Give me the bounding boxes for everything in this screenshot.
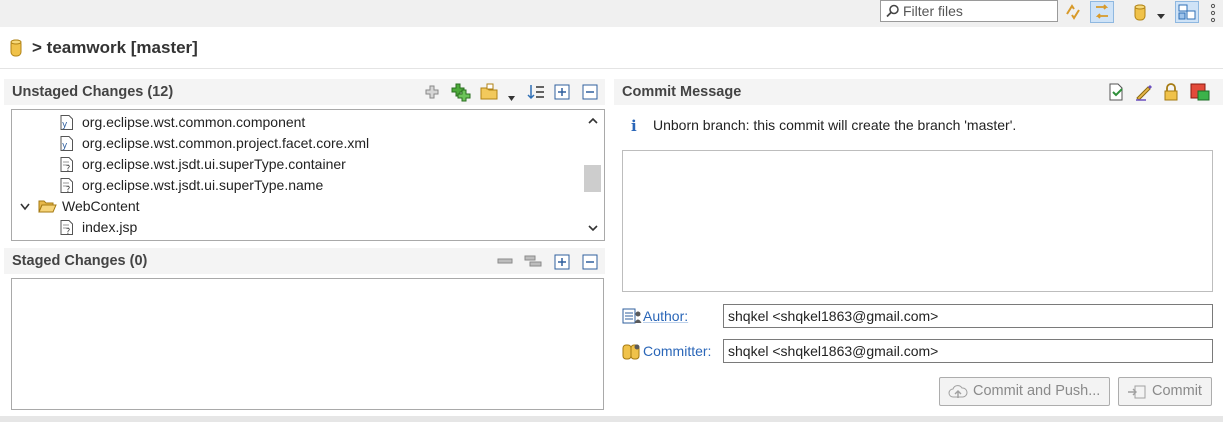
chevron-down-icon[interactable] [507, 89, 516, 105]
chevron-down-icon[interactable] [1156, 8, 1166, 24]
repository-title: teamwork [master] [46, 38, 198, 57]
info-message: Unborn branch: this commit will create t… [653, 117, 1017, 133]
svg-text:?: ? [66, 185, 70, 193]
list-item-label: org.eclipse.wst.jsdt.ui.superType.contai… [82, 156, 346, 172]
repository-icon[interactable] [1130, 2, 1150, 22]
vertical-scrollbar[interactable] [582, 110, 604, 240]
unstaged-title: Unstaged Changes (12) [12, 84, 174, 100]
sync-icon[interactable] [1063, 2, 1083, 22]
staged-tree[interactable] [11, 278, 604, 410]
breadcrumb-separator: > [32, 38, 42, 57]
repository-icon [10, 38, 22, 61]
add-icon[interactable] [424, 84, 440, 103]
remove-all-icon[interactable] [524, 253, 542, 272]
committer-icon [622, 341, 642, 364]
amend-icon[interactable] [1107, 82, 1127, 105]
scroll-down-icon[interactable] [588, 224, 598, 232]
status-strip [0, 416, 1223, 422]
commit-icon [1128, 385, 1146, 399]
author-field[interactable]: shqkel <shqkel1863@gmail.com> [723, 304, 1213, 328]
list-item-label: org.eclipse.wst.jsdt.ui.superType.name [82, 177, 324, 193]
unknown-file-icon: ? [60, 220, 73, 235]
filter-files-input[interactable]: Filter files [880, 0, 1058, 22]
list-item-label: org.eclipse.wst.common.project.facet.cor… [82, 135, 370, 151]
view-menu-icon[interactable] [1210, 3, 1216, 26]
commit-button[interactable]: Commit [1118, 377, 1212, 406]
committer-label[interactable]: Committer: [643, 343, 711, 359]
svg-text:y: y [62, 120, 68, 130]
page-title: > teamwork [master] [32, 38, 198, 58]
scrollbar-thumb[interactable] [584, 165, 601, 192]
xml-file-icon: y [60, 136, 73, 151]
expand-all-icon[interactable] [554, 84, 570, 103]
unknown-file-icon: ? [60, 157, 73, 172]
layout-icon[interactable] [1175, 1, 1199, 23]
filter-files-placeholder: Filter files [903, 3, 963, 19]
author-icon [622, 307, 642, 328]
sort-icon[interactable] [527, 83, 545, 104]
info-icon: i [631, 117, 637, 135]
staged-title: Staged Changes (0) [12, 253, 148, 269]
collapse-all-icon[interactable] [582, 254, 598, 273]
lock-icon[interactable] [1162, 82, 1180, 105]
xml-file-icon: y [60, 115, 73, 130]
svg-text:y: y [62, 141, 68, 151]
author-label[interactable]: Author: [643, 308, 688, 324]
list-item-label: index.jsp [82, 219, 138, 235]
svg-text:?: ? [66, 227, 70, 235]
folder-open-icon [38, 200, 57, 213]
committer-field[interactable]: shqkel <shqkel1863@gmail.com> [723, 339, 1213, 363]
scroll-up-icon[interactable] [588, 117, 598, 125]
collapse-all-icon[interactable] [582, 84, 598, 103]
folder-presentation-icon[interactable] [479, 82, 501, 105]
link-selection-icon[interactable] [1090, 1, 1114, 23]
commit-and-push-button[interactable]: Commit and Push... [939, 377, 1110, 406]
commit-label: Commit [1152, 383, 1202, 399]
chevron-down-icon[interactable] [20, 202, 30, 211]
signed-off-icon[interactable] [1134, 82, 1154, 105]
search-icon [886, 4, 900, 21]
commit-and-push-label: Commit and Push... [973, 383, 1101, 399]
unknown-file-icon: ? [60, 178, 73, 193]
expand-all-icon[interactable] [554, 254, 570, 273]
list-item-label: WebContent [62, 198, 140, 214]
commit-message-input[interactable] [622, 150, 1213, 292]
change-id-icon[interactable] [1189, 82, 1211, 105]
svg-text:?: ? [66, 164, 70, 172]
list-item-label: org.eclipse.wst.common.component [82, 114, 306, 130]
commit-message-title: Commit Message [622, 84, 742, 100]
unstaged-tree[interactable]: y org.eclipse.wst.common.component y org… [11, 109, 605, 241]
add-all-icon[interactable] [451, 82, 471, 105]
remove-icon[interactable] [497, 254, 513, 271]
commit-push-icon [948, 385, 968, 398]
